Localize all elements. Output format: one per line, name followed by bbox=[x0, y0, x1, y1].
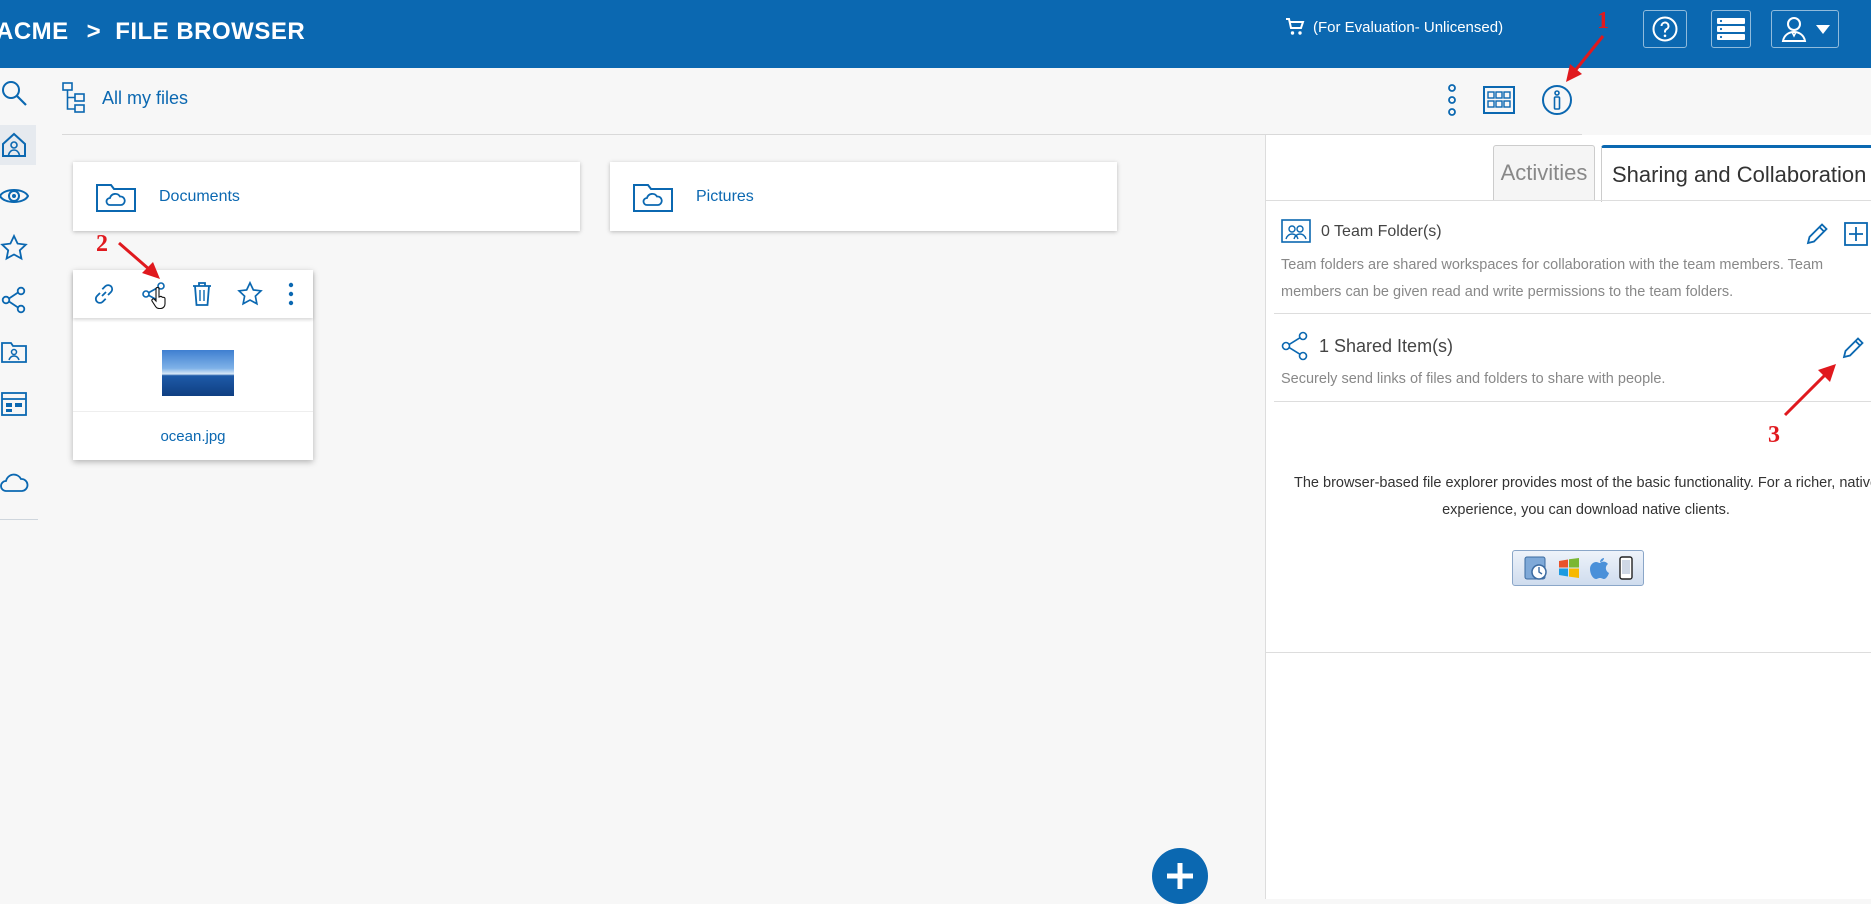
star-icon bbox=[0, 234, 28, 262]
file-card-ocean[interactable]: ocean.jpg bbox=[73, 270, 313, 460]
native-clients-download[interactable] bbox=[1512, 550, 1644, 586]
annotation-label-1: 1 bbox=[1597, 8, 1609, 34]
annotation-label-2: 2 bbox=[96, 231, 108, 257]
file-name[interactable]: ocean.jpg bbox=[73, 428, 313, 445]
user-menu-icon bbox=[1780, 15, 1808, 43]
shared-items-description: Securely send links of files and folders… bbox=[1281, 371, 1666, 387]
tree-icon bbox=[62, 82, 92, 114]
rail-favorites[interactable] bbox=[0, 228, 36, 268]
apple-icon bbox=[1589, 556, 1611, 580]
share-icon bbox=[0, 286, 28, 314]
section-divider bbox=[1274, 313, 1871, 314]
brand-name: ACME bbox=[0, 18, 69, 45]
breadcrumb[interactable]: All my files bbox=[62, 82, 188, 114]
more-options-button[interactable] bbox=[1442, 82, 1462, 118]
link-icon[interactable] bbox=[91, 281, 117, 307]
team-folders-desc-line1: Team folders are shared workspaces for c… bbox=[1281, 257, 1824, 273]
team-folders-description: Team folders are shared workspaces for c… bbox=[1281, 252, 1871, 306]
annotation-label-3: 3 bbox=[1768, 422, 1780, 448]
team-folders-count: 0 Team Folder(s) bbox=[1321, 223, 1442, 240]
top-bar: ACME > FILE BROWSER (For Evaluation- Unlic… bbox=[0, 0, 1871, 68]
shared-items-count: 1 Shared Item(s) bbox=[1319, 335, 1454, 356]
team-folder-icon bbox=[1281, 219, 1311, 245]
left-rail bbox=[0, 68, 40, 899]
folder-name: Documents bbox=[159, 187, 240, 205]
info-panel: Activities Sharing and Collaboration 0 T… bbox=[1265, 135, 1871, 899]
rail-search[interactable] bbox=[0, 73, 36, 113]
rail-team-folders[interactable] bbox=[0, 332, 36, 372]
folder-card-pictures[interactable]: Pictures bbox=[610, 162, 1117, 231]
native-clients-line1: The browser-based file explorer provides… bbox=[1293, 475, 1871, 491]
dashboard-icon bbox=[0, 391, 28, 417]
grid-view-icon bbox=[1483, 86, 1515, 114]
sub-header: All my files bbox=[62, 68, 1582, 135]
section-divider bbox=[1274, 401, 1871, 402]
rail-shared[interactable] bbox=[0, 280, 36, 320]
help-button[interactable] bbox=[1643, 10, 1687, 48]
grid-view-button[interactable] bbox=[1482, 82, 1516, 118]
shared-items-title: 1 Shared Item(s) bbox=[1281, 331, 1453, 361]
add-fab-button[interactable] bbox=[1152, 848, 1208, 904]
servers-button[interactable] bbox=[1711, 10, 1751, 48]
app-brand[interactable]: ACME > FILE BROWSER bbox=[0, 18, 305, 46]
cloud-icon bbox=[0, 471, 29, 493]
edit-team-folders-button[interactable] bbox=[1804, 221, 1830, 247]
mobile-phone-icon bbox=[1619, 556, 1633, 580]
tab-sharing-collaboration[interactable]: Sharing and Collaboration bbox=[1601, 145, 1871, 202]
native-clients-line2: experience, you can download native clie… bbox=[1442, 502, 1730, 518]
plus-icon bbox=[1165, 861, 1195, 891]
cloud-folder-icon bbox=[632, 181, 674, 213]
user-menu-button[interactable] bbox=[1771, 10, 1839, 48]
team-folders-title: 0 Team Folder(s) bbox=[1281, 219, 1442, 245]
license-text: (For Evaluation- Unlicensed) bbox=[1313, 18, 1504, 36]
panel-bottom-divider bbox=[1266, 652, 1871, 653]
share-icon[interactable] bbox=[141, 281, 167, 309]
file-action-toolbar bbox=[73, 270, 313, 318]
star-icon[interactable] bbox=[237, 281, 263, 307]
more-vertical-icon[interactable] bbox=[287, 282, 295, 306]
breadcrumb-label: All my files bbox=[102, 87, 189, 108]
chevron-down-icon bbox=[1816, 24, 1830, 34]
search-icon bbox=[0, 79, 28, 107]
tab-activities[interactable]: Activities bbox=[1493, 145, 1595, 200]
windows-icon bbox=[1557, 557, 1581, 579]
home-icon bbox=[0, 131, 28, 159]
native-clients-info: The browser-based file explorer provides… bbox=[1266, 470, 1871, 524]
server-icon bbox=[1716, 17, 1746, 41]
team-folders-desc-line2: members can be given read and write perm… bbox=[1281, 284, 1734, 300]
cart-icon bbox=[1285, 17, 1305, 37]
tab-underline bbox=[1266, 200, 1871, 201]
share-icon bbox=[1281, 331, 1309, 361]
trash-icon[interactable] bbox=[191, 281, 213, 307]
eye-icon bbox=[0, 184, 29, 208]
folder-name: Pictures bbox=[696, 187, 754, 205]
cloud-folder-icon bbox=[95, 181, 137, 213]
rail-dashboard[interactable] bbox=[0, 384, 36, 424]
team-folder-icon bbox=[0, 339, 28, 365]
rail-watch[interactable] bbox=[0, 176, 36, 216]
file-thumbnail[interactable] bbox=[162, 350, 234, 396]
help-icon bbox=[1652, 16, 1678, 42]
hand-cursor-icon bbox=[151, 287, 167, 309]
mac-finder-icon bbox=[1523, 554, 1549, 582]
rail-divider bbox=[0, 519, 38, 520]
rail-home[interactable] bbox=[0, 125, 36, 165]
info-button[interactable] bbox=[1540, 82, 1574, 118]
license-link[interactable]: (For Evaluation- Unlicensed) bbox=[1285, 17, 1503, 37]
info-icon bbox=[1541, 84, 1573, 116]
add-team-folder-button[interactable] bbox=[1843, 221, 1869, 247]
rail-cloud[interactable] bbox=[0, 462, 36, 502]
folder-card-documents[interactable]: Documents bbox=[73, 162, 580, 231]
edit-shared-items-button[interactable] bbox=[1840, 335, 1866, 361]
file-card-divider bbox=[73, 411, 313, 412]
section-title: FILE BROWSER bbox=[115, 18, 306, 45]
brand-separator: > bbox=[86, 18, 102, 45]
more-vertical-icon bbox=[1447, 83, 1457, 117]
